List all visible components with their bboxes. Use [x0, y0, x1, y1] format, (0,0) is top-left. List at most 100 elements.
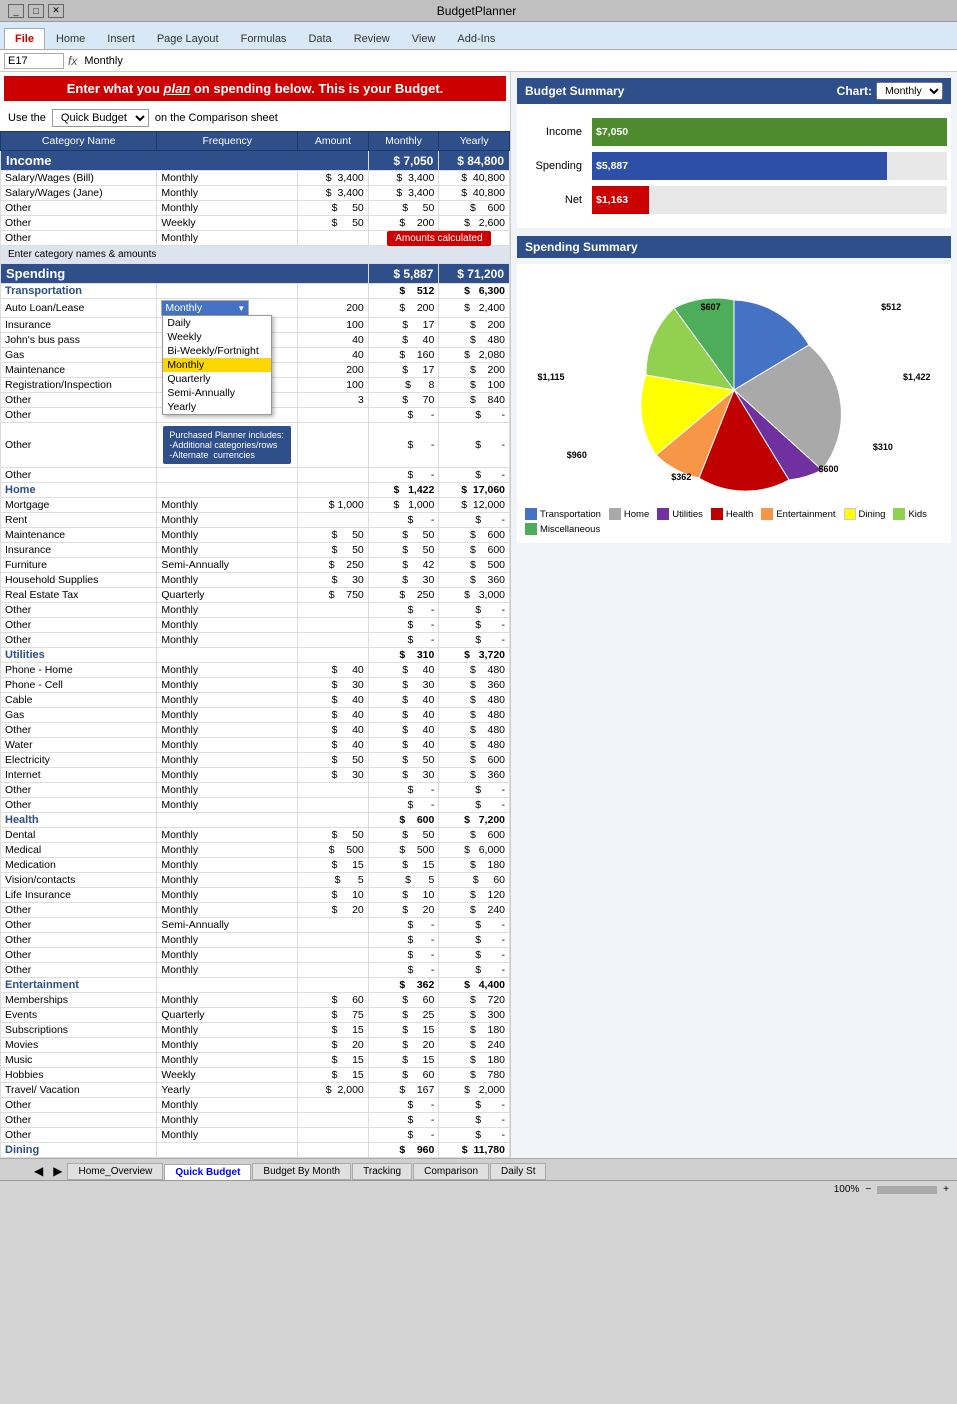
tab-review[interactable]: Review	[343, 28, 401, 49]
legend-utilities: Utilities	[657, 508, 703, 520]
main-area: Enter what you plan on spending below. T…	[0, 72, 957, 1158]
home-row-5-yearly: $ 500	[439, 558, 510, 573]
dropdown-monthly[interactable]: Monthly	[163, 358, 271, 372]
restore-icon[interactable]: □	[28, 4, 44, 18]
home-row-5-name: Furniture	[1, 558, 157, 573]
purchased-planner-callout: Purchased Planner includes:-Additional c…	[163, 426, 291, 464]
dropdown-quarterly[interactable]: Quarterly	[163, 372, 271, 386]
legend-label-transportation: Transportation	[540, 509, 601, 520]
legend-swatch-home	[609, 508, 621, 520]
spending-total-monthly: $ 5,887	[368, 264, 439, 284]
home-row-4-freq: Monthly	[157, 543, 298, 558]
tab-insert[interactable]: Insert	[96, 28, 146, 49]
tab-view[interactable]: View	[401, 28, 447, 49]
entertainment-row-3: SubscriptionsMonthly$ 15$ 15$ 180	[1, 1023, 510, 1038]
home-row-3-name: Maintenance	[1, 528, 157, 543]
income-row-2-name: Salary/Wages (Jane)	[1, 186, 157, 201]
health-label: Health	[1, 813, 157, 828]
tab-addins[interactable]: Add-Ins	[446, 28, 506, 49]
table-header-row: Category Name Frequency Amount Monthly Y…	[1, 132, 510, 151]
net-bar-container: $1,163	[592, 186, 947, 214]
sheet-tab-home-overview[interactable]: Home_Overview	[67, 1163, 163, 1180]
home-row-2-monthly: $ -	[368, 513, 439, 528]
sheet-tab-tracking[interactable]: Tracking	[352, 1163, 412, 1180]
transport-row-2-amount: 100	[298, 318, 369, 333]
health-row-3: MedicationMonthly$ 15$ 15$ 180	[1, 858, 510, 873]
home-row-4-name: Insurance	[1, 543, 157, 558]
sheet-tab-budget-by-month[interactable]: Budget By Month	[252, 1163, 351, 1180]
income-row-1-yearly: $ 40,800	[439, 171, 510, 186]
health-row-9: OtherMonthly$ -$ -	[1, 948, 510, 963]
sheet-tab-daily[interactable]: Daily St	[490, 1163, 546, 1180]
dropdown-biweekly[interactable]: Bi-Weekly/Fortnight	[163, 344, 271, 358]
sheet-tab-quick-budget[interactable]: Quick Budget	[164, 1164, 251, 1180]
zoom-slider[interactable]	[877, 1186, 937, 1194]
spending-bar-container: $5,887	[592, 152, 947, 180]
dropdown-weekly[interactable]: Weekly	[163, 330, 271, 344]
legend-health: Health	[711, 508, 753, 520]
income-row-5-name: Other	[1, 231, 157, 246]
tab-page-layout[interactable]: Page Layout	[146, 28, 230, 49]
right-panel: Budget Summary Chart: Monthly Income $7,…	[510, 72, 957, 1158]
home-row-4-amount: $ 50	[298, 543, 369, 558]
sheet-nav-left[interactable]: ◀	[30, 1162, 47, 1180]
transport-row-7-yearly: $ 840	[439, 393, 510, 408]
sheet-tab-comparison[interactable]: Comparison	[413, 1163, 489, 1180]
legend-swatch-health	[711, 508, 723, 520]
sheet-tabs: ◀ ▶ Home_Overview Quick Budget Budget By…	[0, 1158, 957, 1180]
legend-swatch-utilities	[657, 508, 669, 520]
legend-label-health: Health	[726, 509, 753, 520]
legend-home: Home	[609, 508, 649, 520]
zoom-minus-icon[interactable]: −	[865, 1184, 871, 1195]
transportation-monthly: $ 512	[368, 284, 439, 299]
zoom-plus-icon[interactable]: +	[943, 1184, 949, 1195]
tab-formulas[interactable]: Formulas	[230, 28, 298, 49]
net-bar-label: Net	[521, 194, 586, 206]
income-row-1-name: Salary/Wages (Bill)	[1, 171, 157, 186]
income-row-3-freq: Monthly	[157, 201, 298, 216]
minimize-icon[interactable]: _	[8, 4, 24, 18]
home-row-1-freq: Monthly	[157, 498, 298, 513]
utilities-monthly: $ 310	[368, 648, 439, 663]
tab-file[interactable]: File	[4, 28, 45, 49]
chart-select[interactable]: Monthly	[876, 82, 943, 100]
comparison-label: on the Comparison sheet	[155, 112, 278, 124]
enter-categories-callout: Enter category names & amounts	[2, 247, 162, 262]
health-row-10: OtherMonthly$ -$ -	[1, 963, 510, 978]
net-bar-value: $1,163	[596, 194, 628, 206]
home-row-1-yearly: $ 12,000	[439, 498, 510, 513]
sheet-nav-right[interactable]: ▶	[49, 1162, 66, 1180]
legend-swatch-miscellaneous	[525, 523, 537, 535]
transportation-yearly: $ 6,300	[439, 284, 510, 299]
formula-input[interactable]	[81, 54, 953, 68]
tab-home[interactable]: Home	[45, 28, 96, 49]
entertainment-monthly: $ 362	[368, 978, 439, 993]
transport-row-9: Other Purchased Planner includes:-Additi…	[1, 423, 510, 468]
budget-table-container: Category Name Frequency Amount Monthly Y…	[0, 131, 510, 1158]
health-header: Health $ 600 $ 7,200	[1, 813, 510, 828]
home-row-10-name: Other	[1, 633, 157, 648]
dropdown-daily[interactable]: Daily	[163, 316, 271, 330]
close-icon[interactable]: ✕	[48, 4, 64, 18]
transport-row-2-monthly: $ 17	[368, 318, 439, 333]
quick-budget-select[interactable]: Quick Budget	[52, 109, 149, 127]
utilities-row-2: Phone - CellMonthly$ 30$ 30$ 360	[1, 678, 510, 693]
legend-label-miscellaneous: Miscellaneous	[540, 524, 600, 535]
dropdown-semi-annually[interactable]: Semi-Annually	[163, 386, 271, 400]
frequency-dropdown[interactable]: Monthly ▼ Daily Weekly Bi-Weekly/Fortnig…	[161, 300, 249, 316]
transport-row-9-yearly: $ -	[439, 423, 510, 468]
home-row-1-name: Mortgage	[1, 498, 157, 513]
utilities-row-4: GasMonthly$ 40$ 40$ 480	[1, 708, 510, 723]
home-row-8: Other Monthly $ - $ -	[1, 603, 510, 618]
pie-label-kids: $1,115	[538, 372, 565, 382]
legend-transportation: Transportation	[525, 508, 601, 520]
entertainment-row-8: OtherMonthly$ -$ -	[1, 1098, 510, 1113]
transport-row-8-yearly: $ -	[439, 408, 510, 423]
spending-summary-header: Spending Summary	[517, 236, 951, 258]
cell-reference[interactable]	[4, 53, 64, 69]
tab-data[interactable]: Data	[297, 28, 342, 49]
dropdown-selected[interactable]: Monthly ▼	[162, 301, 248, 315]
income-row-3-yearly: $ 600	[439, 201, 510, 216]
pie-chart	[604, 280, 864, 500]
dropdown-yearly[interactable]: Yearly	[163, 400, 271, 414]
